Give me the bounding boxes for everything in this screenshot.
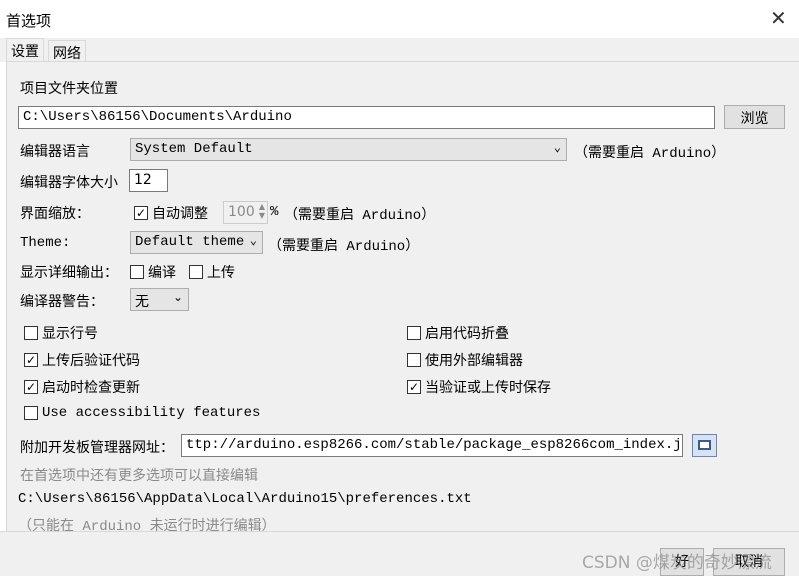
board-urls-label: 附加开发板管理器网址： [20, 440, 174, 456]
checkbox-box [407, 326, 421, 340]
font-size-label: 编辑器字体大小 [20, 175, 118, 191]
prefs-path: C:\Users\86156\AppData\Local\Arduino15\p… [18, 491, 472, 507]
browse-button[interactable]: 浏览 [724, 105, 785, 129]
warnings-select[interactable]: 无 ⌄ [130, 288, 189, 311]
warnings-value: 无 [135, 294, 149, 310]
language-value: System Default [135, 141, 253, 157]
verbose-compile-label: 编译 [148, 265, 176, 281]
theme-value: Default theme [135, 234, 245, 250]
auto-scale-checkbox[interactable]: ✓ 自动调整 [134, 203, 208, 223]
chevron-down-icon: ⌄ [249, 234, 257, 248]
option-label: Use accessibility features [42, 405, 261, 421]
edit-urls-button[interactable] [692, 434, 717, 457]
checkbox-box [407, 353, 421, 367]
sketchbook-input[interactable]: C:\Users\86156\Documents\Arduino [18, 106, 715, 129]
verbose-upload-checkbox[interactable]: 上传 [189, 262, 235, 282]
verbose-upload-label: 上传 [207, 265, 235, 281]
sketchbook-label: 项目文件夹位置 [20, 81, 118, 97]
close-icon[interactable]: ✕ [770, 6, 787, 30]
checkmark-icon: ✓ [24, 380, 38, 394]
window-title: 首选项 [6, 12, 52, 30]
verbose-label: 显示详细输出： [20, 265, 118, 281]
option-check-updates[interactable]: ✓ 启动时检查更新 [24, 377, 140, 397]
scale-note: （需要重启 Arduino） [284, 208, 436, 224]
option-save-on-verify[interactable]: ✓ 当验证或上传时保存 [407, 377, 551, 397]
option-label: 上传后验证代码 [42, 353, 140, 369]
chevron-down-icon: ⌄ [172, 290, 183, 304]
checkbox-box [189, 265, 203, 279]
option-label: 启用代码折叠 [425, 326, 509, 342]
language-note: （需要重启 Arduino） [574, 146, 726, 162]
tab-bar [0, 38, 799, 62]
chevron-down-icon: ⌄ [553, 141, 561, 155]
warnings-label: 编译器警告： [20, 294, 104, 310]
spinner-arrows-icon[interactable]: ▲ ▼ [259, 202, 265, 220]
title-bar [0, 0, 799, 38]
option-code-folding[interactable]: 启用代码折叠 [407, 323, 509, 343]
window-icon [698, 440, 711, 450]
checkmark-icon: ✓ [24, 353, 38, 367]
scale-spinner[interactable]: 100 ▲ ▼ [223, 201, 268, 224]
checkmark-icon: ✓ [407, 380, 421, 394]
watermark: CSDN @煤炭的奇妙漂流 [582, 553, 772, 573]
theme-select[interactable]: Default theme ⌄ [130, 231, 263, 254]
checkmark-icon: ✓ [134, 206, 148, 220]
option-line-numbers[interactable]: 显示行号 [24, 323, 98, 343]
more-info-text: 在首选项中还有更多选项可以直接编辑 [20, 468, 258, 484]
option-label: 显示行号 [42, 326, 98, 342]
verbose-compile-checkbox[interactable]: 编译 [130, 262, 176, 282]
option-label: 使用外部编辑器 [425, 353, 523, 369]
font-size-input[interactable]: 12 [129, 169, 168, 192]
tab-network[interactable]: 网络 [48, 40, 86, 62]
checkbox-box [24, 406, 38, 420]
scale-label: 界面缩放： [20, 206, 90, 222]
option-accessibility[interactable]: Use accessibility features [24, 405, 260, 421]
option-label: 启动时检查更新 [42, 380, 140, 396]
settings-panel [6, 61, 799, 531]
language-label: 编辑器语言 [20, 144, 90, 160]
checkbox-box [24, 326, 38, 340]
option-verify-upload[interactable]: ✓ 上传后验证代码 [24, 350, 140, 370]
board-urls-input[interactable]: ttp://arduino.esp8266.com/stable/package… [181, 434, 683, 457]
language-select[interactable]: System Default ⌄ [130, 138, 567, 161]
auto-scale-label: 自动调整 [152, 206, 208, 222]
theme-note: （需要重启 Arduino） [268, 239, 420, 255]
scale-value: 100 [228, 204, 255, 220]
scale-unit: % [270, 204, 279, 220]
option-label: 当验证或上传时保存 [425, 380, 551, 396]
checkbox-box [130, 265, 144, 279]
theme-label: Theme: [20, 235, 71, 251]
option-external-editor[interactable]: 使用外部编辑器 [407, 350, 523, 370]
